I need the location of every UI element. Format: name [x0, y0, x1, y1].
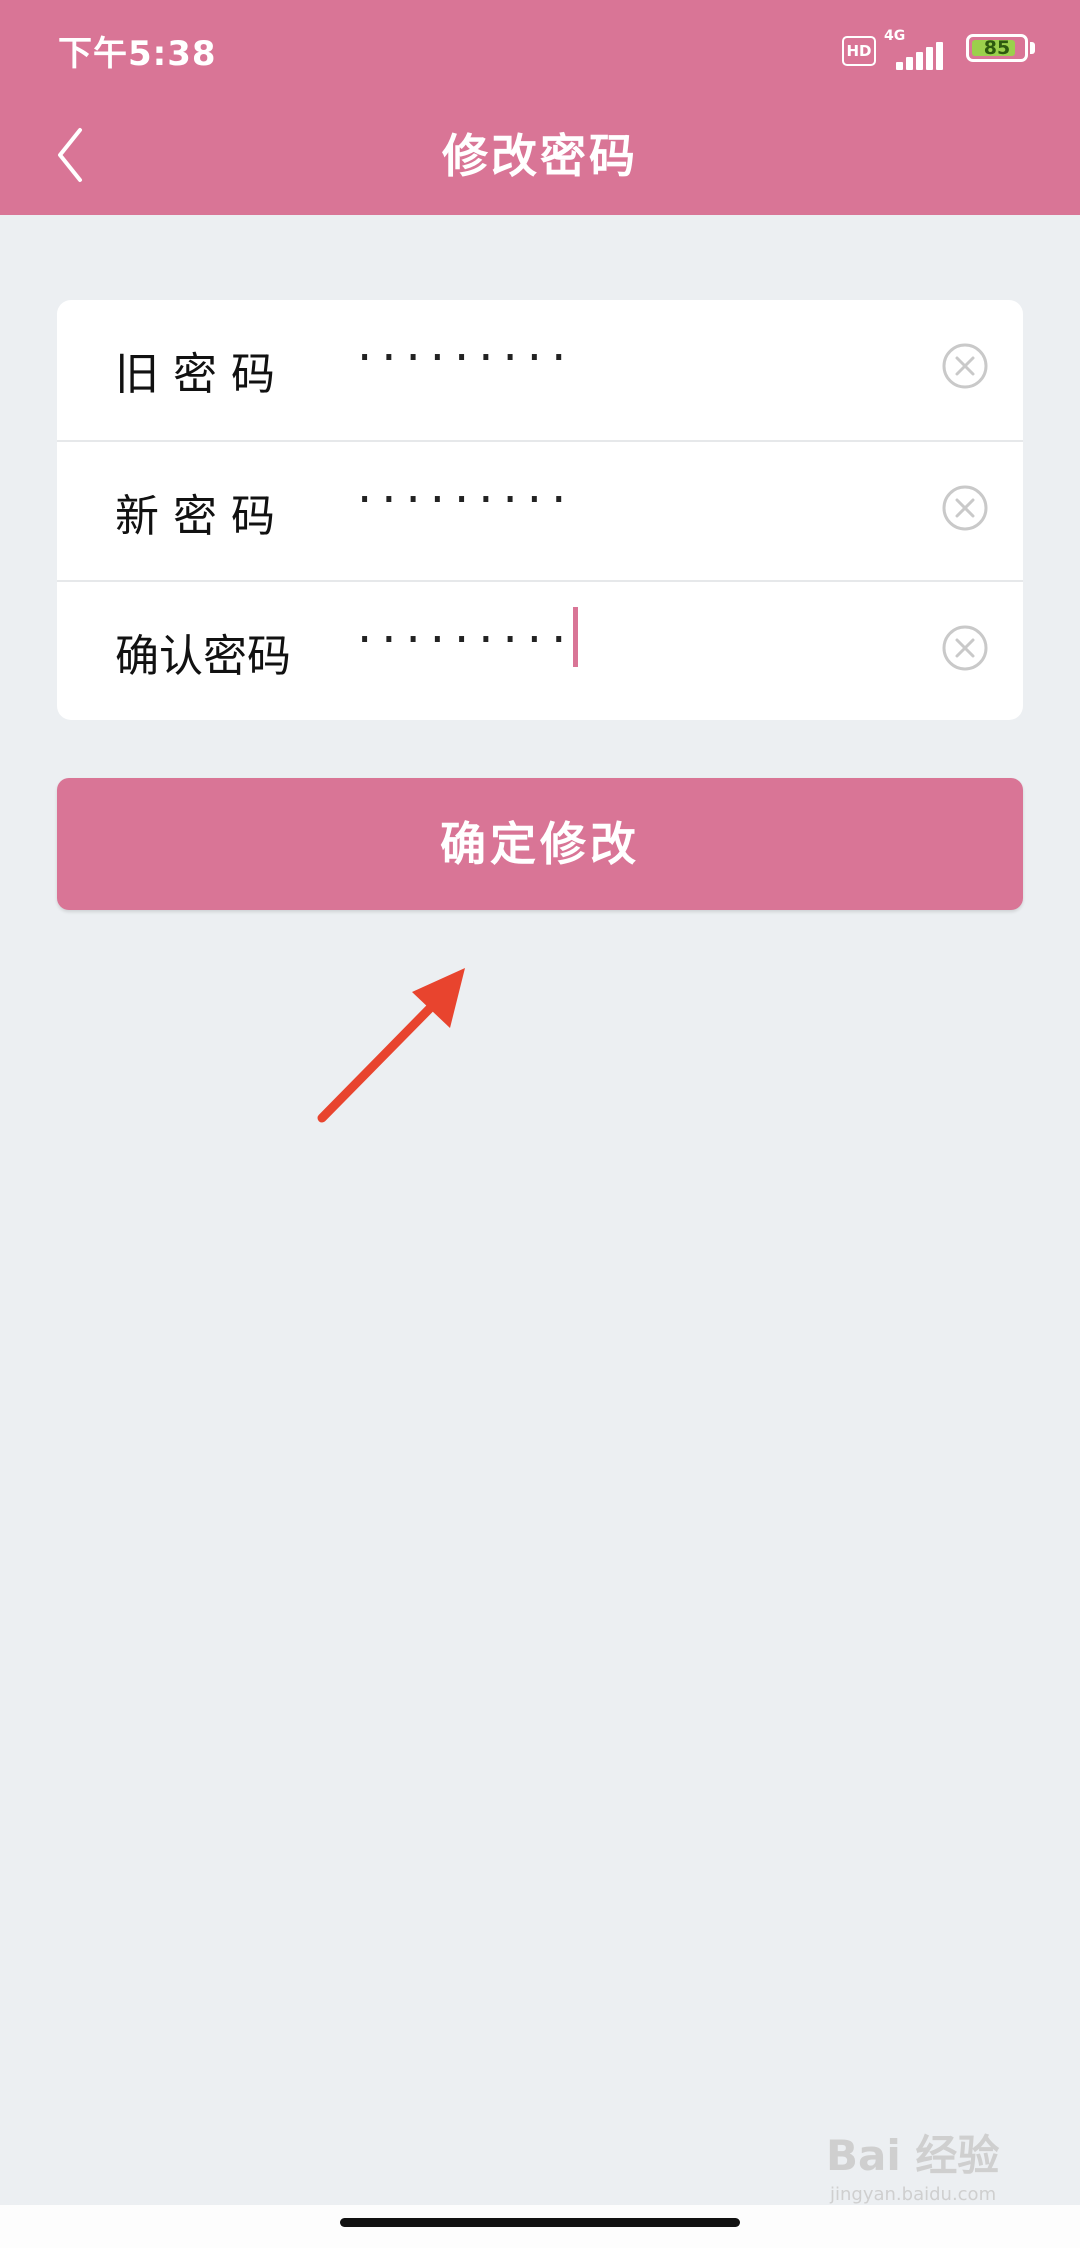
password-form: 旧 密 码 ········· 新 密 码 ········· 确认密码 ···…	[57, 300, 1023, 720]
page-title: 修改密码	[442, 129, 638, 183]
new-password-clear-button[interactable]	[941, 484, 989, 532]
clear-circle-icon	[942, 625, 988, 671]
hd-icon: HD	[842, 36, 876, 66]
battery-percent: 85	[983, 37, 1011, 59]
watermark-logo: Bai 经验	[826, 2131, 1000, 2180]
text-caret	[573, 607, 579, 667]
confirm-password-clear-button[interactable]	[941, 624, 989, 672]
confirm-password-input[interactable]: ·········	[357, 607, 579, 673]
watermark-url: jingyan.baidu.com	[830, 2184, 997, 2205]
clear-circle-icon	[942, 343, 988, 389]
confirm-password-label: 确认密码	[115, 631, 291, 682]
app-header: 下午5:38 HD 4G 85 修改密码	[0, 0, 1080, 215]
status-icons: HD 4G 85	[842, 28, 1042, 70]
old-password-input[interactable]: ·········	[357, 330, 575, 386]
clear-circle-icon	[942, 485, 988, 531]
home-indicator[interactable]	[340, 2218, 740, 2227]
confirm-change-button[interactable]: 确定修改	[57, 778, 1023, 910]
confirm-password-row: 确认密码 ·········	[57, 580, 1023, 720]
new-password-input[interactable]: ·········	[357, 472, 575, 528]
status-time: 下午5:38	[58, 34, 217, 74]
watermark: Bai 经验 jingyan.baidu.com	[826, 2112, 1076, 2232]
signal-icon	[884, 40, 946, 70]
confirm-password-dots: ·········	[357, 612, 576, 668]
annotation-arrow-icon	[317, 968, 465, 1123]
old-password-label: 旧 密 码	[115, 349, 275, 400]
new-password-label: 新 密 码	[115, 491, 275, 542]
battery-icon: 85	[966, 34, 1028, 62]
battery-tip	[1030, 42, 1035, 54]
new-password-row: 新 密 码 ·········	[57, 440, 1023, 582]
old-password-row: 旧 密 码 ·········	[57, 300, 1023, 440]
old-password-clear-button[interactable]	[941, 342, 989, 390]
